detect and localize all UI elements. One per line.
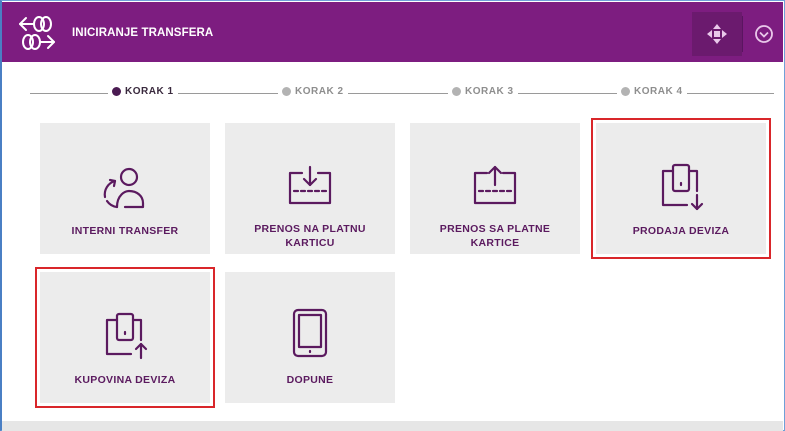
step-1: KORAK 1 [108, 86, 178, 97]
tile-dopune[interactable]: DOPUNE [225, 272, 395, 403]
transfer-arrows-icon [16, 10, 64, 56]
step-dot [621, 87, 630, 96]
tablet-icon [290, 308, 330, 363]
move-arrows-icon [707, 24, 727, 44]
tile-label: PRENOS NA PLATNU KARTICU [254, 223, 366, 249]
step-2: KORAK 2 [278, 86, 348, 97]
header-divider [742, 16, 743, 52]
step-dot [282, 87, 291, 96]
footer-band [2, 421, 783, 431]
card-upload-icon [471, 163, 519, 212]
step-label: KORAK 1 [125, 86, 174, 97]
tile-label: DOPUNE [286, 374, 334, 386]
page-title: INICIRANJE TRANSFERA [72, 27, 214, 39]
wallet-up-icon [101, 310, 149, 365]
tile-prodaja-deviza[interactable]: PRODAJA DEVIZA [591, 118, 771, 259]
header-bar: INICIRANJE TRANSFERA [2, 2, 783, 62]
chevron-down-circle-icon [754, 25, 773, 43]
tile-label: PRODAJA DEVIZA [632, 225, 730, 237]
step-label: KORAK 4 [634, 86, 683, 97]
tile-kupovina-deviza[interactable]: KUPOVINA DEVIZA [35, 267, 215, 408]
step-label: KORAK 2 [295, 86, 344, 97]
step-dot [112, 87, 121, 96]
tile-label: PRENOS SA PLATNE KARTICE [439, 223, 551, 249]
move-button[interactable] [692, 12, 742, 56]
tile-interni-transfer[interactable]: INTERNI TRANSFER [40, 123, 210, 254]
tile-prenos-sa-platne-kartice[interactable]: PRENOS SA PLATNE KARTICE [410, 123, 580, 254]
step-4: KORAK 4 [617, 86, 687, 97]
collapse-button[interactable] [744, 12, 783, 56]
step-indicator: KORAK 1 KORAK 2 KORAK 3 KORAK 4 [30, 86, 774, 100]
tile-label: KUPOVINA DEVIZA [74, 374, 176, 386]
step-3: KORAK 3 [448, 86, 518, 97]
step-dot [452, 87, 461, 96]
user-refresh-icon [101, 163, 149, 216]
tile-label: INTERNI TRANSFER [71, 225, 179, 237]
wallet-down-icon [657, 161, 705, 216]
tile-prenos-na-platnu-karticu[interactable]: PRENOS NA PLATNU KARTICU [225, 123, 395, 254]
card-download-icon [286, 163, 334, 212]
step-label: KORAK 3 [465, 86, 514, 97]
